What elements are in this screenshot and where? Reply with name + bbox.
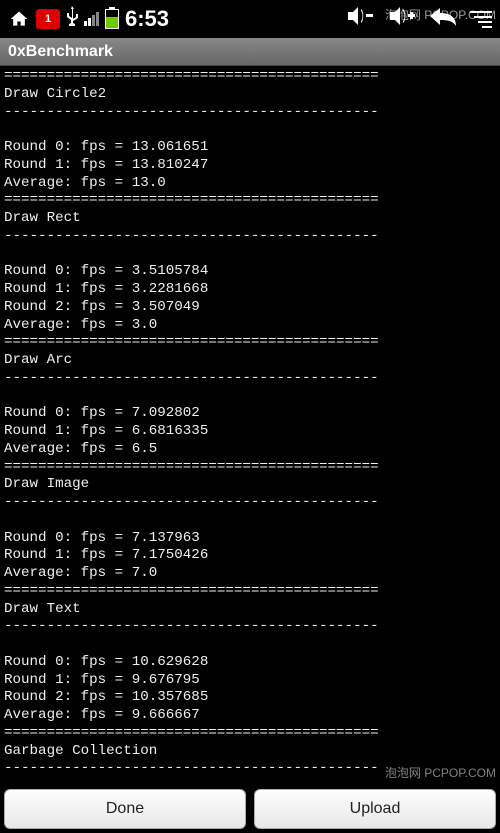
signal-icon [84, 12, 99, 26]
notification-badge[interactable]: 1 [36, 9, 60, 29]
button-bar: Done Upload [0, 785, 500, 833]
volume-down-icon[interactable] [346, 5, 374, 33]
menu-icon[interactable] [470, 11, 492, 28]
upload-button[interactable]: Upload [254, 789, 496, 829]
app-title: 0xBenchmark [8, 43, 113, 61]
volume-up-icon[interactable] [388, 5, 416, 33]
app-title-bar: 0xBenchmark [0, 38, 500, 66]
status-bar: 1 6:53 [0, 0, 500, 38]
battery-icon [105, 9, 119, 29]
back-icon[interactable] [430, 4, 456, 34]
done-button[interactable]: Done [4, 789, 246, 829]
usb-icon [66, 6, 78, 32]
console-output: ========================================… [0, 66, 500, 785]
home-icon[interactable] [8, 9, 30, 29]
clock: 6:53 [125, 6, 169, 32]
